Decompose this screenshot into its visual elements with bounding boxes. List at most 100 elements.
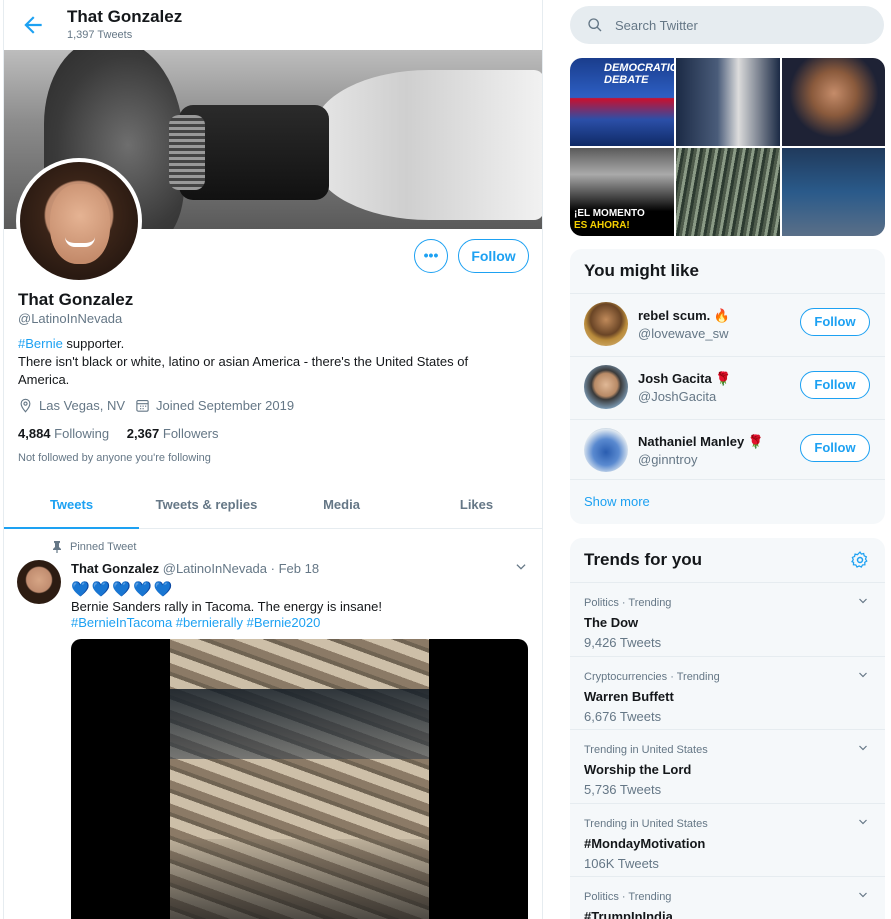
trend-item[interactable]: Cryptocurrencies · Trending Warren Buffe… (570, 656, 885, 730)
photo-thumbnail[interactable] (782, 58, 885, 146)
media-photo-grid: DEMOCRATIC DEBATE ¡EL MOMENTO ES AHORA! (570, 58, 885, 236)
following-count: 4,884 (18, 426, 51, 441)
profile-name: That Gonzalez (18, 290, 134, 309)
tweet-author-avatar[interactable] (17, 560, 61, 604)
trend-count: 9,426 Tweets (584, 635, 662, 650)
chevron-down-icon[interactable] (857, 669, 869, 684)
trend-context: Politics · Trending (584, 891, 672, 903)
more-options-button[interactable]: ••• (414, 239, 448, 273)
chevron-down-icon[interactable] (857, 889, 869, 904)
joined-item: Joined September 2019 (135, 398, 294, 413)
photo-caption-line-2: ES AHORA! (574, 220, 630, 231)
tab-tweets-and-replies[interactable]: Tweets & replies (139, 485, 274, 528)
trend-count: 5,736 Tweets (584, 782, 662, 797)
profile-tabs: Tweets Tweets & replies Media Likes (4, 485, 542, 529)
photo-thumbnail[interactable] (782, 148, 885, 236)
tweet-hashtags[interactable]: #BernieInTacoma #bernierally #Bernie2020 (71, 615, 320, 630)
avatar-face (50, 184, 110, 264)
trend-name: The Dow (584, 615, 639, 630)
tab-tweets[interactable]: Tweets (4, 485, 139, 529)
joined-text: Joined September 2019 (156, 398, 295, 413)
suggested-user-name[interactable]: Nathaniel Manley 🌹 (638, 434, 764, 450)
tweet-hearts: 💙💙💙💙💙 (71, 581, 175, 598)
suggested-user-handle: @ginntroy (638, 452, 698, 467)
tweet-video-frame (170, 639, 429, 919)
tweet-author-name[interactable]: That Gonzalez (71, 561, 159, 576)
photo-caption-line-1: ¡EL MOMENTO (574, 208, 645, 219)
following-label: Following (54, 426, 110, 441)
suggested-user-name[interactable]: rebel scum. 🔥 (638, 308, 730, 324)
photo-caption: DEMOCRATIC DEBATE (604, 62, 674, 86)
banner-megaphone-bell (314, 70, 542, 220)
trend-name: Warren Buffett (584, 689, 674, 704)
search-icon (588, 18, 602, 32)
followers-count: 2,367 (126, 426, 160, 441)
bio-hashtag-link[interactable]: #Bernie (18, 336, 63, 351)
pinned-tweet[interactable]: Pinned Tweet That Gonzalez @LatinoInNeva… (4, 530, 542, 919)
chevron-down-icon[interactable] (857, 595, 869, 610)
suggested-follow-button[interactable]: Follow (800, 434, 870, 462)
photo-thumbnail[interactable]: DEMOCRATIC DEBATE (570, 58, 674, 146)
chevron-down-icon[interactable] (857, 742, 869, 757)
trend-item[interactable]: Politics · Trending #TrumpInIndia (570, 876, 885, 919)
gear-icon[interactable] (850, 550, 870, 573)
follow-button[interactable]: Follow (458, 239, 529, 273)
banner-megaphone-grill (169, 115, 205, 190)
you-might-like-panel: You might like rebel scum. 🔥 @lovewave_s… (570, 249, 885, 524)
suggested-user-avatar[interactable] (584, 302, 628, 346)
pin-icon (53, 541, 61, 553)
suggested-follow-button[interactable]: Follow (800, 308, 870, 336)
tweet-header: That Gonzalez @LatinoInNevada · Feb 18 (71, 561, 319, 576)
right-sidebar: DEMOCRATIC DEBATE ¡EL MOMENTOES AHORA! Y… (560, 0, 891, 919)
profile-handle: @LatinoInNevada (18, 311, 123, 326)
profile-header: That Gonzalez 1,397 Tweets (4, 0, 542, 50)
trend-name: Worship the Lord (584, 762, 692, 777)
chevron-down-icon[interactable] (857, 816, 869, 831)
follow-counts: 4,884 Following 2,367 Followers (18, 426, 233, 441)
tweet-date[interactable]: · Feb 18 (271, 561, 319, 576)
suggested-user[interactable]: rebel scum. 🔥 @lovewave_sw Follow (570, 293, 885, 355)
calendar-icon (136, 399, 149, 412)
followers-link[interactable]: 2,367 Followers (127, 426, 219, 441)
bio-line-2: There isn't black or white, latino or as… (18, 354, 469, 387)
suggested-user-avatar[interactable] (584, 428, 628, 472)
profile-bio: #Bernie supporter. There isn't black or … (18, 335, 518, 389)
tweet-video[interactable] (71, 639, 528, 919)
show-more-link[interactable]: Show more (570, 479, 885, 524)
photo-caption: ¡EL MOMENTO ES AHORA! (574, 208, 645, 232)
search-bar[interactable] (570, 6, 884, 44)
suggested-user[interactable]: Nathaniel Manley 🌹 @ginntroy Follow (570, 419, 885, 481)
back-arrow-icon[interactable] (20, 12, 46, 38)
trend-name: #TrumpInIndia (584, 909, 673, 919)
tab-likes[interactable]: Likes (409, 485, 542, 528)
trend-count: 106K Tweets (584, 856, 659, 871)
trends-panel: Trends for you Politics · Trending The D… (570, 538, 885, 919)
not-followed-notice: Not followed by anyone you're following (18, 452, 211, 464)
photo-thumbnail[interactable] (676, 148, 780, 236)
trends-title: Trends for you (584, 550, 703, 569)
pinned-label-row: Pinned Tweet (52, 541, 136, 553)
tweet-menu-chevron-icon[interactable] (514, 560, 528, 577)
photo-thumbnail[interactable]: ¡EL MOMENTO ES AHORA! (570, 148, 674, 236)
followers-label: Followers (162, 426, 219, 441)
suggested-user-handle: @JoshGacita (638, 389, 717, 404)
suggested-follow-button[interactable]: Follow (800, 371, 870, 399)
photo-thumbnail[interactable] (676, 58, 780, 146)
following-link[interactable]: 4,884 Following (18, 426, 109, 441)
pinned-label: Pinned Tweet (70, 541, 137, 553)
trend-name: #MondayMotivation (584, 836, 706, 851)
suggested-user-avatar[interactable] (584, 365, 628, 409)
trend-context: Trending in United States (584, 744, 708, 756)
trend-item[interactable]: Trending in United States Worship the Lo… (570, 729, 885, 803)
bio-text: supporter. (62, 336, 125, 351)
search-input[interactable] (615, 15, 865, 35)
suggested-user-name[interactable]: Josh Gacita 🌹 (638, 371, 732, 387)
location-text: Las Vegas, NV (39, 398, 125, 413)
tweet-text: Bernie Sanders rally in Tacoma. The ener… (71, 599, 382, 614)
trend-count: 6,676 Tweets (584, 709, 662, 724)
trend-item[interactable]: Trending in United States #MondayMotivat… (570, 803, 885, 877)
trend-item[interactable]: Politics · Trending The Dow 9,426 Tweets (570, 582, 885, 656)
profile-avatar[interactable] (16, 158, 142, 284)
suggested-user[interactable]: Josh Gacita 🌹 @JoshGacita Follow (570, 356, 885, 418)
tab-media[interactable]: Media (274, 485, 409, 528)
